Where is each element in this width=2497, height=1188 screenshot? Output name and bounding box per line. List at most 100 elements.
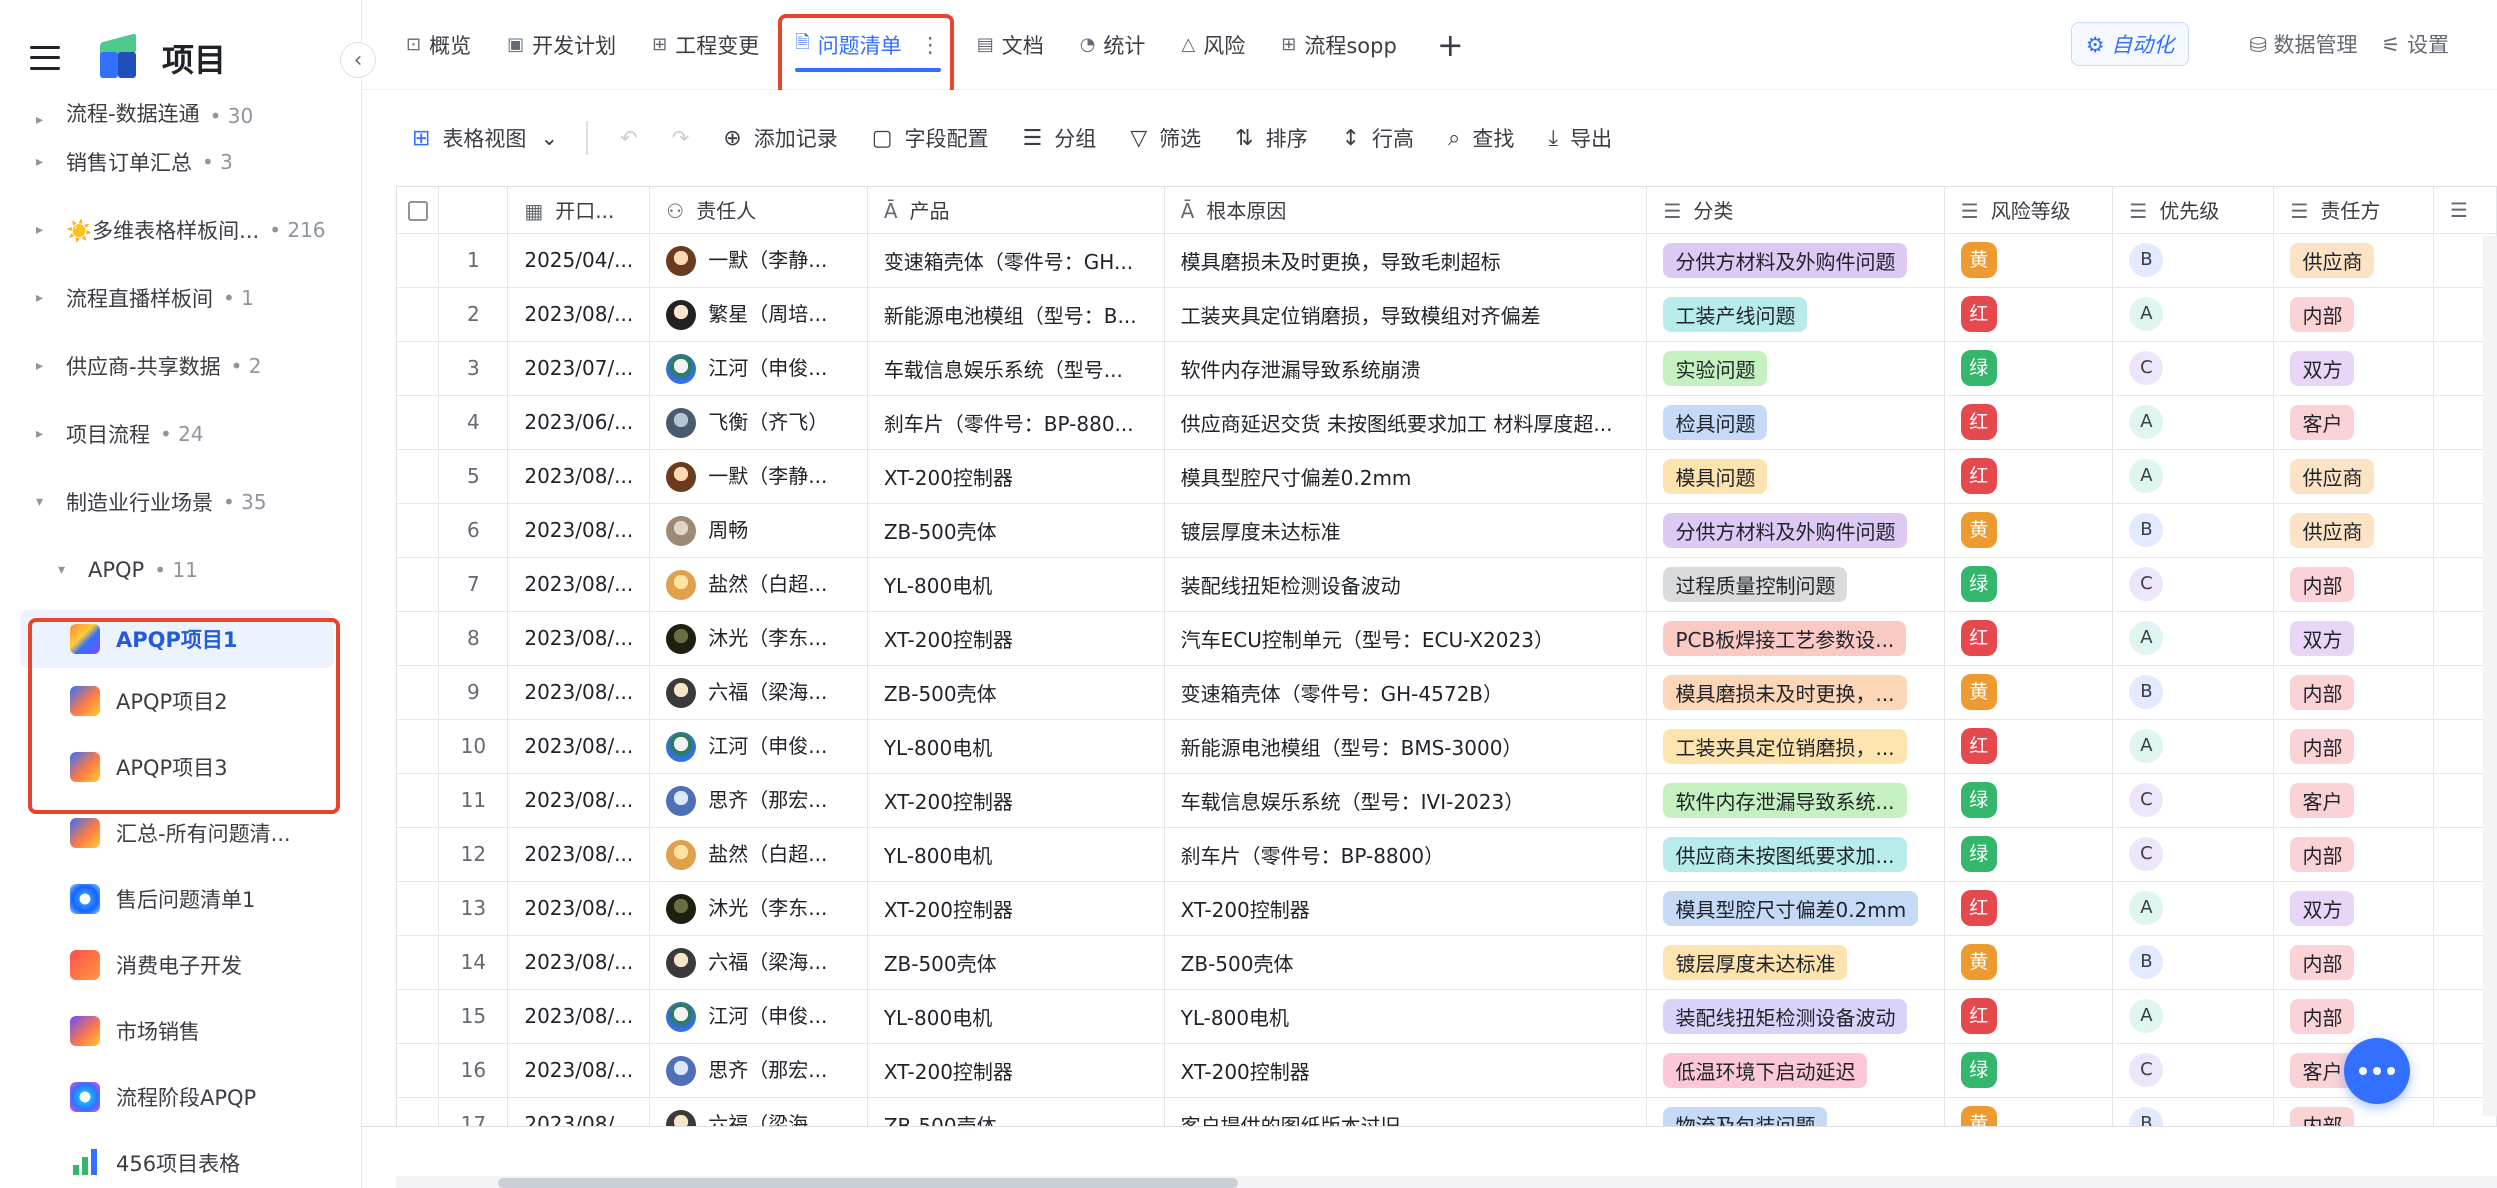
table-row[interactable]: 14 2023/08/... 六福（梁海... ZB-500壳体 ZB-500壳… xyxy=(397,935,2497,990)
cell-risk[interactable]: 红 xyxy=(1944,989,2114,1044)
redo-button[interactable]: ↷ xyxy=(672,126,690,150)
add-record-button[interactable]: ⊕ 添加记录 xyxy=(723,123,837,153)
export-button[interactable]: ⤓ 导出 xyxy=(1548,123,1612,153)
cell-owner[interactable]: 一默（李静... xyxy=(649,233,868,288)
cell-owner[interactable]: 周畅 xyxy=(649,503,868,558)
table-row[interactable]: 12 2023/08/... 盐然（白超... YL-800电机 刹车片（零件号… xyxy=(397,827,2497,882)
cell-category[interactable]: 镀层厚度未达标准 xyxy=(1646,935,1945,990)
cell-cause[interactable]: 模具磨损未及时更换，导致毛刺超标 xyxy=(1164,233,1648,288)
add-tab-icon[interactable]: + xyxy=(1437,26,1464,64)
cell-date[interactable]: 2023/08/... xyxy=(507,557,651,612)
cell-category[interactable]: 实验问题 xyxy=(1646,341,1945,396)
filter-button[interactable]: ▽ 筛选 xyxy=(1130,123,1201,153)
sidebar-folder[interactable]: ▾ APQP • 11 xyxy=(0,536,361,604)
cell-party[interactable]: 客户 xyxy=(2273,395,2434,450)
cell-priority[interactable]: A xyxy=(2112,287,2275,342)
cell-party[interactable]: 内部 xyxy=(2273,557,2434,612)
data-management-button[interactable]: ⛁ 数据管理 xyxy=(2249,29,2357,59)
cell-priority[interactable]: C xyxy=(2112,557,2275,612)
cell-party[interactable]: 双方 xyxy=(2273,881,2434,936)
sort-button[interactable]: ⇅ 排序 xyxy=(1235,123,1307,153)
field-config-button[interactable]: ▢ 字段配置 xyxy=(872,123,989,153)
sidebar-doc-item[interactable]: APQP项目2 xyxy=(0,668,361,734)
cell-category[interactable]: 检具问题 xyxy=(1646,395,1945,450)
cell-priority[interactable]: A xyxy=(2112,449,2275,504)
cell-party[interactable]: 双方 xyxy=(2273,611,2434,666)
row-checkbox-cell[interactable] xyxy=(397,611,440,666)
cell-category[interactable]: 装配线扭矩检测设备波动 xyxy=(1646,989,1945,1044)
cell-product[interactable]: XT-200控制器 xyxy=(867,773,1165,828)
row-checkbox-cell[interactable] xyxy=(397,665,440,720)
table-row[interactable]: 13 2023/08/... 沐光（李东... XT-200控制器 XT-200… xyxy=(397,881,2497,936)
row-checkbox-cell[interactable] xyxy=(397,233,440,288)
cell-priority[interactable]: B xyxy=(2112,935,2275,990)
sidebar-folder[interactable]: ▸ 供应商-共享数据 • 2 xyxy=(0,332,361,400)
cell-cause[interactable]: 工装夹具定位销磨损，导致模组对齐偏差 xyxy=(1164,287,1648,342)
row-checkbox-cell[interactable] xyxy=(397,395,440,450)
cell-risk[interactable]: 绿 xyxy=(1944,773,2114,828)
cell-cause[interactable]: 变速箱壳体（零件号：GH-4572B） xyxy=(1164,665,1648,720)
cell-date[interactable]: 2023/08/... xyxy=(507,611,651,666)
cell-risk[interactable]: 绿 xyxy=(1944,1043,2114,1098)
row-checkbox-cell[interactable] xyxy=(397,935,440,990)
cell-date[interactable]: 2023/08/... xyxy=(507,1043,651,1098)
cell-cause[interactable]: 汽车ECU控制单元（型号：ECU-X2023） xyxy=(1164,611,1648,666)
cell-owner[interactable]: 盐然（白超... xyxy=(649,557,868,612)
cell-product[interactable]: 刹车片（零件号：BP-880... xyxy=(867,395,1165,450)
sidebar-folder[interactable]: ▸ ☀️多维表格样板间... • 216 xyxy=(0,196,361,264)
cell-date[interactable]: 2023/08/... xyxy=(507,449,651,504)
cell-party[interactable]: 客户 xyxy=(2273,773,2434,828)
cell-date[interactable]: 2023/08/... xyxy=(507,719,651,774)
sidebar-doc-item[interactable]: 售后问题清单1 xyxy=(0,866,361,932)
undo-button[interactable]: ↶ xyxy=(620,126,638,150)
cell-owner[interactable]: 江河（申俊... xyxy=(649,341,868,396)
cell-priority[interactable]: A xyxy=(2112,719,2275,774)
cell-owner[interactable]: 繁星（周培... xyxy=(649,287,868,342)
cell-product[interactable]: XT-200控制器 xyxy=(867,611,1165,666)
cell-priority[interactable]: A xyxy=(2112,989,2275,1044)
cell-risk[interactable]: 黄 xyxy=(1944,233,2114,288)
sidebar-doc-item[interactable]: APQP项目3 xyxy=(0,734,361,800)
cell-product[interactable]: ZB-500壳体 xyxy=(867,935,1165,990)
cell-date[interactable]: 2023/06/... xyxy=(507,395,651,450)
tab-6[interactable]: ◔ 统计 xyxy=(1080,0,1146,90)
cell-owner[interactable]: 沐光（李东... xyxy=(649,881,868,936)
table-row[interactable]: 17 2023/08/... 六福（梁海... ZB-500壳体 客户提供的图纸… xyxy=(397,1097,2497,1126)
cell-owner[interactable]: 思齐（那宏... xyxy=(649,773,868,828)
cell-product[interactable]: 变速箱壳体（零件号：GH... xyxy=(867,233,1165,288)
col-header-category[interactable]: ☰ 分类 xyxy=(1646,187,1945,234)
group-button[interactable]: ☰ 分组 xyxy=(1023,123,1097,153)
cell-product[interactable]: XT-200控制器 xyxy=(867,1043,1165,1098)
cell-party[interactable]: 内部 xyxy=(2273,287,2434,342)
cell-cause[interactable]: 刹车片（零件号：BP-8800） xyxy=(1164,827,1648,882)
cell-cause[interactable]: 装配线扭矩检测设备波动 xyxy=(1164,557,1648,612)
table-row[interactable]: 11 2023/08/... 思齐（那宏... XT-200控制器 车载信息娱乐… xyxy=(397,773,2497,828)
cell-owner[interactable]: 盐然（白超... xyxy=(649,827,868,882)
cell-party[interactable]: 供应商 xyxy=(2273,233,2434,288)
cell-priority[interactable]: C xyxy=(2112,773,2275,828)
cell-category[interactable]: 低温环境下启动延迟 xyxy=(1646,1043,1945,1098)
cell-cause[interactable]: 模具型腔尺寸偏差0.2mm xyxy=(1164,449,1648,504)
row-checkbox-cell[interactable] xyxy=(397,773,440,828)
tab-4[interactable]: 🗎 问题清单 ⋮ xyxy=(795,0,942,90)
table-row[interactable]: 15 2023/08/... 江河（申俊... YL-800电机 YL-800电… xyxy=(397,989,2497,1044)
cell-cause[interactable]: 新能源电池模组（型号：BMS-3000） xyxy=(1164,719,1648,774)
table-row[interactable]: 8 2023/08/... 沐光（李东... XT-200控制器 汽车ECU控制… xyxy=(397,611,2497,666)
cell-date[interactable]: 2023/08/... xyxy=(507,503,651,558)
sidebar-folder[interactable]: ▸ 流程-数据连通 • 30 xyxy=(0,100,361,128)
cell-product[interactable]: YL-800电机 xyxy=(867,827,1165,882)
cell-priority[interactable]: B xyxy=(2112,1097,2275,1126)
sidebar-folder[interactable]: ▾ 制造业行业场景 • 35 xyxy=(0,468,361,536)
cell-risk[interactable]: 黄 xyxy=(1944,503,2114,558)
cell-product[interactable]: 新能源电池模组（型号：B... xyxy=(867,287,1165,342)
table-row[interactable]: 7 2023/08/... 盐然（白超... YL-800电机 装配线扭矩检测设… xyxy=(397,557,2497,612)
tab-8[interactable]: ⊞ 流程sopp xyxy=(1281,0,1397,90)
cell-cause[interactable]: XT-200控制器 xyxy=(1164,1043,1648,1098)
cell-category[interactable]: 模具问题 xyxy=(1646,449,1945,504)
cell-risk[interactable]: 红 xyxy=(1944,881,2114,936)
table-row[interactable]: 9 2023/08/... 六福（梁海... ZB-500壳体 变速箱壳体（零件… xyxy=(397,665,2497,720)
row-checkbox-cell[interactable] xyxy=(397,1043,440,1098)
cell-owner[interactable]: 江河（申俊... xyxy=(649,989,868,1044)
cell-party[interactable]: 内部 xyxy=(2273,665,2434,720)
cell-category[interactable]: 过程质量控制问题 xyxy=(1646,557,1945,612)
